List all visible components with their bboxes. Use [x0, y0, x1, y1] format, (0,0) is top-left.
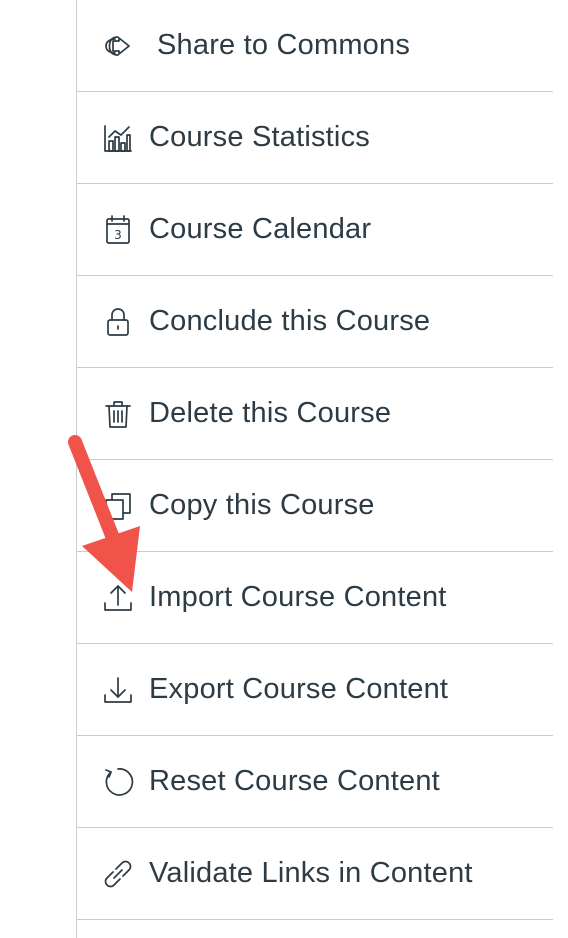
copy-icon	[99, 487, 137, 525]
menu-item-label: Course Statistics	[149, 121, 370, 153]
course-statistics-link[interactable]: Course Statistics	[77, 92, 553, 184]
share-to-commons-link[interactable]: Share to Commons	[77, 0, 553, 92]
menu-item-label: Copy this Course	[149, 489, 375, 521]
download-icon	[99, 671, 137, 709]
menu-item-label: Reset Course Content	[149, 765, 440, 797]
menu-item-label: Export Course Content	[149, 673, 449, 705]
validate-links-link[interactable]: Validate Links in Content	[77, 828, 553, 920]
share-commons-icon	[99, 27, 137, 65]
menu-item-label: Validate Links in Content	[149, 857, 473, 889]
calendar-icon: 3	[99, 211, 137, 249]
lock-icon	[99, 303, 137, 341]
export-course-content-link[interactable]: Export Course Content	[77, 644, 553, 736]
calendar-icon-day: 3	[114, 228, 122, 242]
menu-item-label: Course Calendar	[149, 213, 372, 245]
trash-icon	[99, 395, 137, 433]
statistics-icon	[99, 119, 137, 157]
conclude-course-link[interactable]: Conclude this Course	[77, 276, 553, 368]
reset-icon	[99, 763, 137, 801]
delete-course-link[interactable]: Delete this Course	[77, 368, 553, 460]
upload-icon	[99, 579, 137, 617]
menu-item-label: Delete this Course	[149, 397, 392, 429]
import-course-content-link[interactable]: Import Course Content	[77, 552, 553, 644]
course-calendar-link[interactable]: 3 Course Calendar	[77, 184, 553, 276]
reset-course-content-link[interactable]: Reset Course Content	[77, 736, 553, 828]
menu-item-label: Import Course Content	[149, 581, 447, 613]
course-settings-sidebar: Share to Commons Course Statistics 3 Cou…	[76, 0, 553, 938]
copy-course-link[interactable]: Copy this Course	[77, 460, 553, 552]
menu-item-label: Conclude this Course	[149, 305, 431, 337]
link-icon	[99, 855, 137, 893]
menu-item-label: Share to Commons	[157, 29, 411, 61]
